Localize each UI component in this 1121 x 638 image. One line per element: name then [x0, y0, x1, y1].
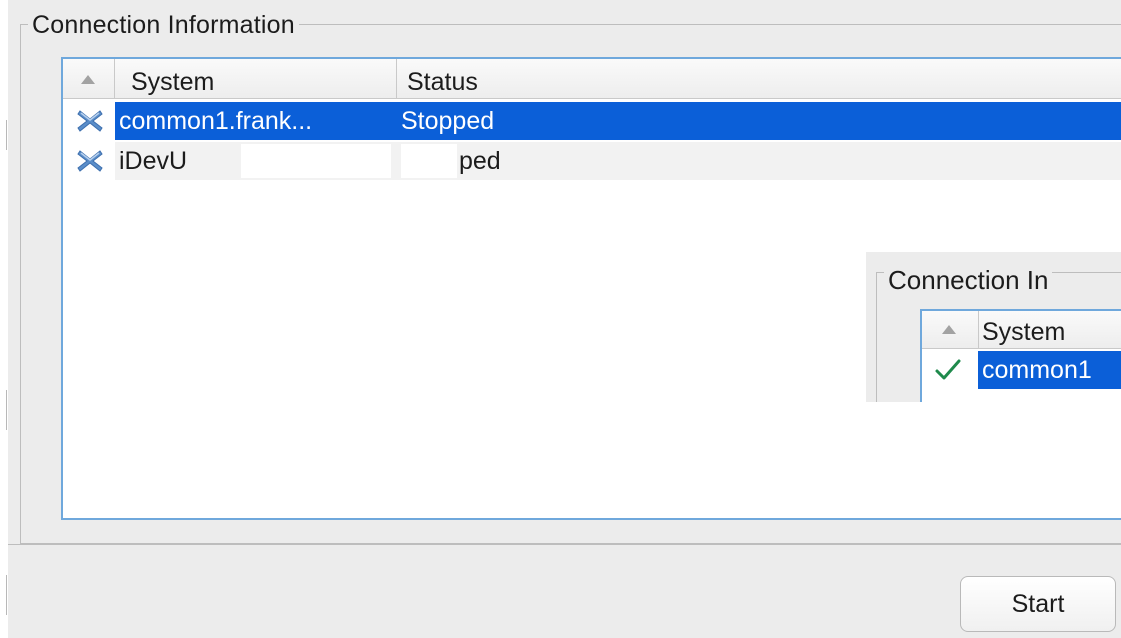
edge-tick — [6, 120, 7, 150]
column-header-system[interactable]: System — [115, 59, 397, 99]
x-mark-icon — [77, 150, 103, 172]
inset-connection-table[interactable]: System common1 — [920, 309, 1121, 402]
inset-group-title: Connection In — [884, 264, 1053, 296]
group-title: Connection Information — [28, 10, 299, 40]
sort-ascending-icon — [81, 75, 95, 84]
table-header: System Status — [63, 59, 1121, 99]
edge-tick — [6, 390, 7, 430]
inset-sort-column-header[interactable] — [922, 311, 979, 349]
row-system-cell: common1.frank... — [115, 102, 397, 140]
sort-column-header[interactable] — [63, 59, 115, 99]
row-system-text: iDevU — [119, 147, 188, 175]
row-status-icon-cell — [69, 142, 113, 180]
checkmark-icon — [935, 359, 961, 380]
redaction-block — [241, 144, 391, 178]
row-system-cell: iDevU — [115, 142, 397, 180]
inset-connection-panel: Connection In System common1 — [866, 252, 1121, 402]
button-bar-divider — [8, 544, 1121, 545]
column-header-status[interactable]: Status — [397, 59, 1121, 99]
inset-table-header: System — [922, 311, 1121, 349]
row-status-text: ped — [459, 147, 501, 175]
row-status-cell: Stopped — [397, 102, 1121, 140]
inset-row-system-cell: common1 — [978, 351, 1121, 389]
row-status-icon-cell — [69, 102, 113, 140]
start-button[interactable]: Start — [960, 576, 1116, 632]
row-status-cell: ped — [397, 142, 1121, 180]
table-row[interactable]: common1.frank... Stopped — [63, 102, 1121, 140]
sort-ascending-icon — [942, 325, 956, 334]
window-left-edge — [0, 0, 8, 638]
table-row[interactable]: iDevU ped — [63, 142, 1121, 180]
x-mark-icon — [77, 110, 103, 132]
row-status-icon-cell — [928, 351, 974, 389]
edge-tick — [6, 575, 7, 615]
inset-table-row[interactable]: common1 — [922, 351, 1121, 389]
inset-column-header-system[interactable]: System — [982, 311, 1065, 349]
redaction-block — [401, 144, 457, 178]
